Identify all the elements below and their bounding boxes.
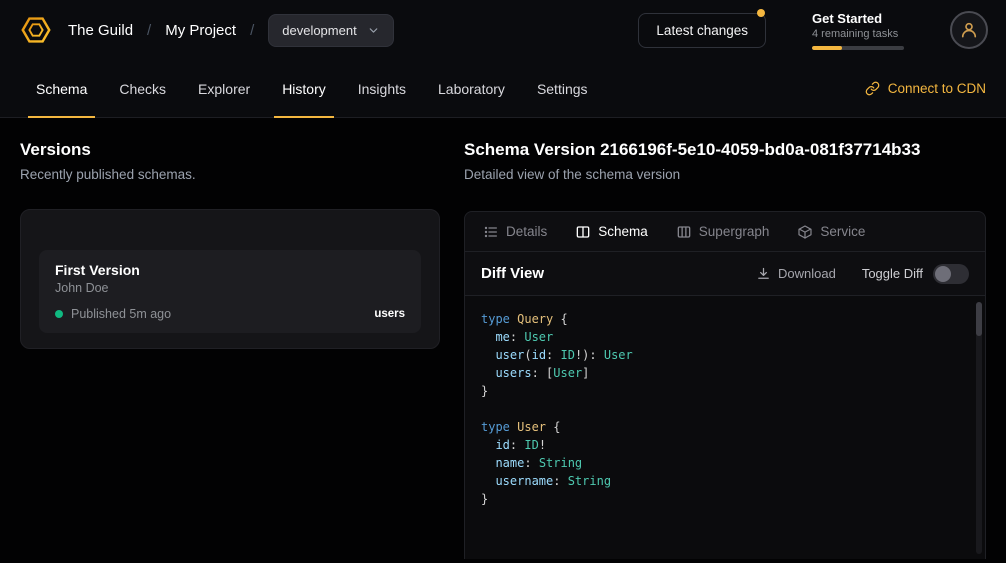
latest-changes-button[interactable]: Latest changes	[638, 13, 766, 48]
code-line: me: User	[481, 328, 969, 346]
breadcrumb-separator: /	[147, 22, 151, 39]
nav-tab-schema[interactable]: Schema	[20, 60, 103, 117]
code-line: name: String	[481, 454, 969, 472]
nav-tab-label: Checks	[119, 81, 166, 97]
nav-tab-settings[interactable]: Settings	[521, 60, 604, 117]
diff-view-title: Diff View	[481, 265, 544, 282]
nav-tab-label: History	[282, 81, 326, 97]
nav-tab-laboratory[interactable]: Laboratory	[422, 60, 521, 117]
version-detail-subtitle: Detailed view of the schema version	[464, 167, 986, 182]
get-started-subtitle: 4 remaining tasks	[812, 28, 904, 40]
nav-tab-explorer[interactable]: Explorer	[182, 60, 266, 117]
tab-schema[interactable]: Schema	[575, 224, 648, 240]
app: The Guild / My Project / development Lat…	[0, 0, 1006, 563]
version-list-item[interactable]: First Version John Doe Published 5m ago …	[39, 250, 421, 333]
tab-label: Service	[820, 224, 865, 239]
notification-dot	[757, 9, 765, 17]
diff-view-header: Diff View Download Toggle Diff	[465, 252, 985, 296]
get-started-progress	[812, 46, 904, 50]
header-actions: Latest changes Get Started 4 remaining t…	[638, 11, 988, 50]
code-line: id: ID!	[481, 436, 969, 454]
diff-view-actions: Download Toggle Diff	[756, 264, 969, 284]
chevron-down-icon	[367, 24, 380, 37]
connect-to-cdn-label: Connect to CDN	[888, 81, 986, 96]
app-header: The Guild / My Project / development Lat…	[0, 0, 1006, 60]
toggle-diff-label: Toggle Diff	[862, 266, 923, 281]
code-scrollbar[interactable]	[976, 302, 982, 554]
code-line: user(id: ID!): User	[481, 346, 969, 364]
nav-tab-label: Insights	[358, 81, 406, 97]
version-status-row: Published 5m ago users	[55, 307, 405, 321]
nav-tab-checks[interactable]: Checks	[103, 60, 182, 117]
tab-details[interactable]: Details	[483, 224, 547, 240]
tab-label: Supergraph	[699, 224, 770, 239]
sdl-code-viewer: type Query { me: User user(id: ID!): Use…	[465, 296, 985, 559]
code-line	[481, 400, 969, 418]
download-button[interactable]: Download	[756, 266, 836, 281]
breadcrumb: The Guild / My Project / development	[18, 12, 394, 48]
target-selector-value: development	[282, 23, 356, 38]
sdl-code-lines: type Query { me: User user(id: ID!): Use…	[481, 310, 969, 508]
service-box-icon	[797, 224, 813, 240]
connect-to-cdn-button[interactable]: Connect to CDN	[865, 60, 986, 117]
target-selector-dropdown[interactable]: development	[268, 14, 393, 47]
versions-card: First Version John Doe Published 5m ago …	[20, 209, 440, 349]
toggle-knob	[935, 266, 951, 282]
toggle-diff-control: Toggle Diff	[862, 264, 969, 284]
supergraph-icon	[676, 224, 692, 240]
nav-tab-label: Explorer	[198, 81, 250, 97]
tab-service[interactable]: Service	[797, 224, 865, 240]
user-icon	[959, 20, 979, 40]
download-icon	[756, 266, 771, 281]
service-name-badge: users	[374, 308, 405, 320]
breadcrumb-separator: /	[250, 22, 254, 39]
code-line: }	[481, 382, 969, 400]
version-author: John Doe	[55, 281, 405, 295]
table-columns-icon	[575, 224, 591, 240]
link-icon	[865, 81, 880, 96]
tab-label: Details	[506, 224, 547, 239]
list-icon	[483, 224, 499, 240]
version-name: First Version	[55, 262, 405, 278]
tab-supergraph[interactable]: Supergraph	[676, 224, 770, 240]
nav-tab-insights[interactable]: Insights	[342, 60, 422, 117]
get-started-progress-fill	[812, 46, 842, 50]
user-menu-avatar[interactable]	[950, 11, 988, 49]
version-status: Published 5m ago	[71, 307, 171, 321]
nav-tab-label: Laboratory	[438, 81, 505, 97]
download-label: Download	[778, 266, 836, 281]
version-detail-title: Schema Version 2166196f-5e10-4059-bd0a-0…	[464, 140, 986, 160]
breadcrumb-project[interactable]: My Project	[165, 22, 236, 39]
get-started-widget[interactable]: Get Started 4 remaining tasks	[812, 11, 904, 50]
version-detail-section: Schema Version 2166196f-5e10-4059-bd0a-0…	[464, 118, 986, 563]
version-detail-panel: Details Schema Supergraph	[464, 211, 986, 559]
nav-tab-history[interactable]: History	[266, 60, 342, 117]
code-scrollbar-thumb[interactable]	[976, 302, 982, 336]
toggle-diff-switch[interactable]	[933, 264, 969, 284]
versions-subtitle: Recently published schemas.	[20, 167, 440, 182]
versions-section: Versions Recently published schemas. Fir…	[20, 118, 440, 349]
nav-tab-label: Settings	[537, 81, 588, 97]
code-line: users: [User]	[481, 364, 969, 382]
target-nav: Schema Checks Explorer History Insights …	[0, 60, 1006, 118]
code-line: }	[481, 490, 969, 508]
published-status-dot	[55, 310, 63, 318]
code-line: type Query {	[481, 310, 969, 328]
breadcrumb-org[interactable]: The Guild	[68, 22, 133, 39]
code-line: username: String	[481, 472, 969, 490]
versions-title: Versions	[20, 140, 440, 160]
detail-tab-bar: Details Schema Supergraph	[465, 212, 985, 252]
nav-tab-label: Schema	[36, 81, 87, 97]
hive-logo[interactable]	[18, 12, 54, 48]
get-started-title: Get Started	[812, 11, 904, 26]
code-line: type User {	[481, 418, 969, 436]
tab-label: Schema	[598, 224, 648, 239]
hive-logo-icon	[19, 13, 53, 47]
